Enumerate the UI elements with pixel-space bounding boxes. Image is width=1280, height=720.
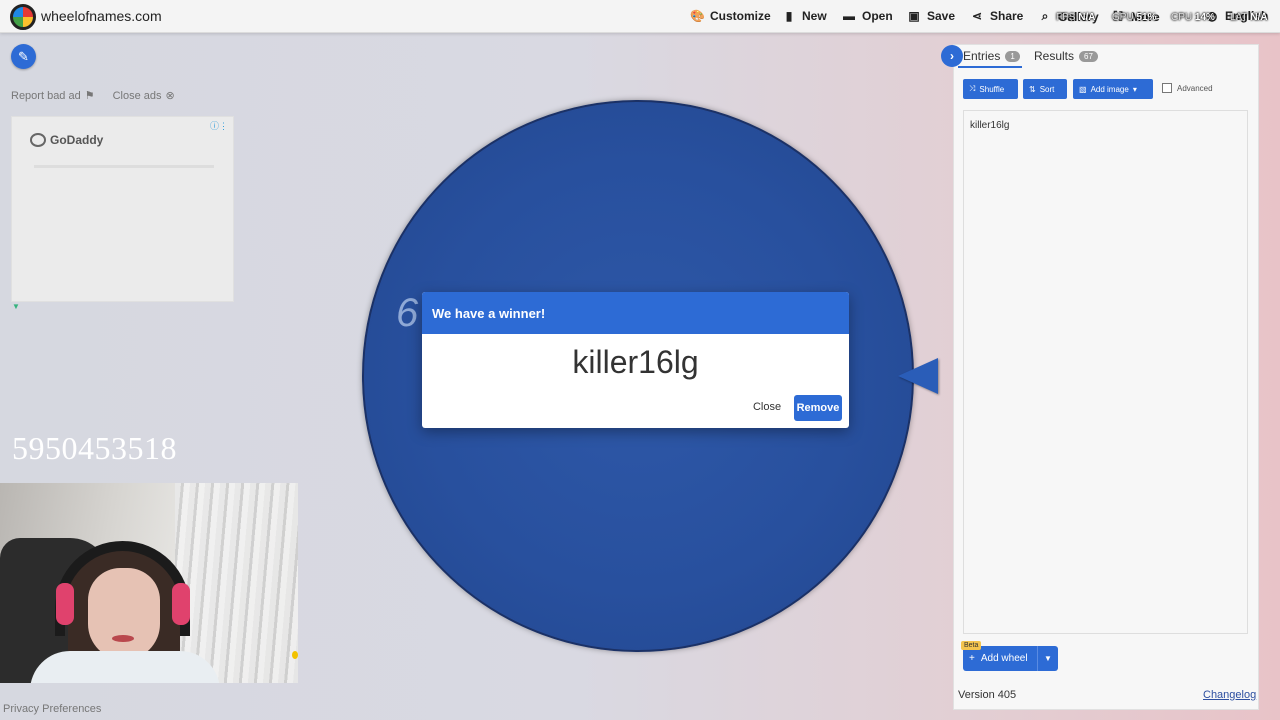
- entries-count-badge: 1: [1005, 50, 1020, 62]
- plus-icon: +: [969, 653, 975, 664]
- privacy-preferences-link[interactable]: Privacy Preferences: [3, 703, 101, 715]
- add-image-button[interactable]: ▧ Add image ▾: [1073, 79, 1153, 99]
- godaddy-logo-icon: [30, 133, 46, 147]
- menu-save[interactable]: ▣ Save: [907, 9, 955, 23]
- webcam-feed: [0, 483, 298, 683]
- sort-button[interactable]: ⇅ Sort: [1023, 79, 1067, 99]
- site-name[interactable]: wheelofnames.com: [41, 8, 162, 24]
- ad-info-icon[interactable]: ⓘ⋮: [210, 119, 228, 132]
- menu-open[interactable]: ▬ Open: [842, 9, 893, 23]
- close-circle-icon: ⊗: [165, 90, 175, 102]
- cpu-stat: CPU 14%: [1171, 12, 1215, 23]
- pencil-icon: ✎: [18, 48, 29, 64]
- save-icon: ▣: [908, 9, 920, 23]
- entry-line: killer16lg: [970, 120, 1010, 131]
- version-label: Version 405: [958, 689, 1017, 701]
- shuffle-button[interactable]: ⤨ Shuffle: [963, 79, 1018, 99]
- top-bar: wheelofnames.com 🎨 Customize ▮ New ▬ Ope…: [0, 0, 1280, 33]
- winner-name: killer16lg: [572, 344, 699, 380]
- entries-textarea[interactable]: killer16lg: [963, 110, 1248, 634]
- advanced-checkbox[interactable]: [1162, 83, 1172, 93]
- flag-icon: ⚑: [84, 90, 95, 102]
- palette-icon: 🎨: [690, 9, 705, 23]
- close-ads-link[interactable]: Close ads ⊗: [113, 89, 175, 102]
- gpu-stat: GPU 51%: [1112, 12, 1157, 23]
- winner-dialog: We have a winner! killer16lg Close Remov…: [422, 292, 849, 428]
- search-icon: ⌕: [1041, 9, 1049, 23]
- add-wheel-dropdown[interactable]: ▼: [1037, 646, 1058, 671]
- dialog-title: We have a winner!: [422, 292, 849, 334]
- report-bad-ad-link[interactable]: Report bad ad ⚑: [11, 89, 95, 102]
- active-tab-indicator: [958, 66, 1022, 68]
- advanced-toggle[interactable]: Advanced: [1162, 83, 1213, 93]
- share-icon: ⋖: [971, 9, 983, 23]
- lat-stat: LAT N/A: [1230, 12, 1268, 23]
- shuffle-icon: ⤨: [969, 84, 976, 93]
- results-count-badge: 67: [1079, 50, 1098, 62]
- stream-overlay-number: 5950453518: [12, 430, 177, 466]
- wheel-segment-text: 6: [396, 291, 419, 335]
- chevron-right-icon: ›: [950, 49, 954, 63]
- logo-icon[interactable]: [10, 4, 36, 30]
- edit-pencil-button[interactable]: ✎: [11, 44, 36, 69]
- sort-icon: ⇅: [1029, 84, 1036, 94]
- folder-icon: ▬: [843, 9, 855, 23]
- collapse-panel-button[interactable]: ›: [941, 45, 963, 67]
- beta-badge: Beta: [961, 641, 982, 650]
- ad-banner[interactable]: GoDaddy ⓘ⋮: [11, 116, 234, 302]
- close-button[interactable]: Close: [748, 395, 786, 419]
- menu-customize[interactable]: 🎨 Customize: [690, 9, 771, 23]
- tab-results[interactable]: Results 67: [1034, 49, 1098, 63]
- menu-share[interactable]: ⋖ Share: [970, 9, 1023, 23]
- image-icon: ▧: [1079, 84, 1087, 94]
- remove-button[interactable]: Remove: [794, 395, 842, 421]
- wheel-pointer-icon: [898, 358, 938, 394]
- ad-placeholder-line: [34, 165, 214, 168]
- ad-choices-icon[interactable]: ▼: [12, 302, 20, 311]
- file-icon: ▮: [785, 9, 793, 23]
- changelog-link[interactable]: Changelog: [1203, 689, 1256, 701]
- ad-brand-logo: GoDaddy: [30, 133, 103, 147]
- caret-down-icon: ▾: [1132, 84, 1137, 94]
- fps-stat: FPS N/A: [1056, 12, 1096, 23]
- menu-new[interactable]: ▮ New: [782, 9, 827, 23]
- tab-entries[interactable]: Entries 1: [963, 49, 1020, 63]
- ad-links: Report bad ad ⚑ Close ads ⊗: [11, 89, 175, 102]
